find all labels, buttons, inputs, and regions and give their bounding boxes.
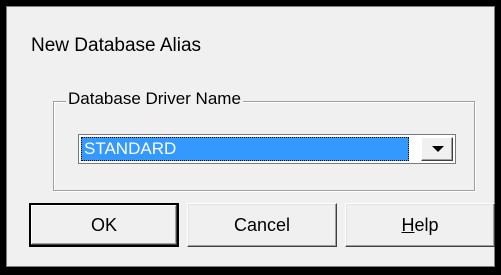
driver-name-select[interactable]: STANDARD (78, 134, 456, 164)
dialog-title: New Database Alias (31, 35, 202, 56)
new-database-alias-dialog: New Database Alias Database Driver Name … (6, 6, 495, 267)
ok-button[interactable]: OK (29, 203, 179, 247)
groupbox-label: Database Driver Name (66, 89, 243, 109)
chevron-down-icon (432, 146, 444, 152)
help-button[interactable]: Help (345, 203, 495, 247)
window-frame: New Database Alias Database Driver Name … (0, 0, 501, 275)
dialog-content: Database Driver Name STANDARD OK Cancel … (13, 67, 495, 260)
driver-name-groupbox: Database Driver Name STANDARD (53, 89, 475, 191)
dropdown-button[interactable] (421, 137, 453, 161)
cancel-button[interactable]: Cancel (187, 203, 337, 247)
title-bar[interactable]: New Database Alias (7, 7, 494, 67)
help-label-rest: elp (414, 215, 439, 235)
help-mnemonic: H (401, 215, 415, 235)
driver-name-selected-value[interactable]: STANDARD (81, 137, 409, 161)
